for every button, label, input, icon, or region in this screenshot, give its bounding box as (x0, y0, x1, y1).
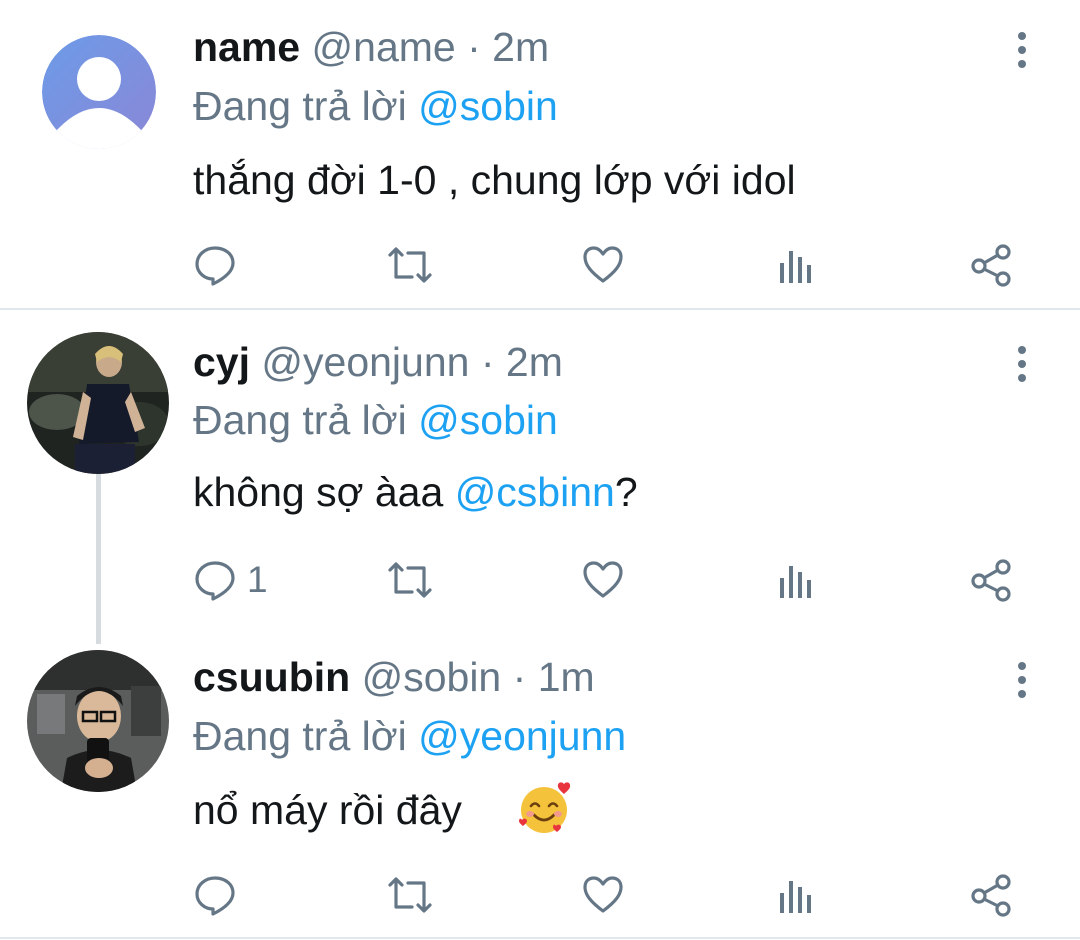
tweet-text-part: nổ máy rồi đây (193, 787, 462, 833)
like-icon (583, 561, 623, 598)
tweet[interactable]: name @name · 2m Đang trả lời @sobin thắn… (0, 0, 1080, 308)
more-options-icon[interactable] (1008, 344, 1036, 388)
reply-icon (195, 246, 235, 286)
smiling-face-with-hearts-icon (516, 780, 572, 836)
replying-to: Đang trả lời @sobin (193, 78, 558, 134)
action-bar (193, 240, 1023, 290)
like-button[interactable] (581, 555, 625, 605)
display-name[interactable]: cyj (193, 339, 250, 385)
display-name[interactable]: csuubin (193, 654, 350, 700)
timestamp[interactable]: 2m (492, 24, 549, 70)
tweet-text: thắng đời 1-0 , chung lớp với idol (193, 157, 796, 203)
timestamp[interactable]: 2m (506, 339, 563, 385)
analytics-button[interactable] (776, 555, 816, 605)
reply-to-mention[interactable]: @yeonjunn (418, 713, 626, 759)
tweet-text-part: ? (614, 469, 638, 515)
like-button[interactable] (581, 240, 625, 290)
retweet-button[interactable] (386, 870, 434, 920)
analytics-icon (780, 881, 811, 913)
tweet-header: csuubin @sobin · 1m (193, 647, 595, 707)
share-button[interactable] (970, 870, 1014, 920)
retweet-icon (388, 562, 432, 598)
separator: · (512, 654, 527, 700)
replying-to: Đang trả lời @sobin (193, 392, 558, 448)
action-bar: 1 (193, 555, 1023, 605)
share-button[interactable] (970, 240, 1014, 290)
tweet-text-part: không sợ àaa (193, 469, 455, 515)
like-icon (583, 876, 623, 913)
share-icon (971, 244, 1011, 287)
avatar[interactable] (27, 332, 169, 474)
action-bar (193, 870, 1023, 920)
analytics-icon (780, 251, 811, 283)
analytics-button[interactable] (776, 870, 816, 920)
more-options-icon[interactable] (1008, 660, 1036, 704)
tweet-text: không sợ àaa @csbinn? (193, 462, 638, 522)
reply-icon (195, 561, 235, 601)
tweet[interactable]: cyj @yeonjunn · 2m Đang trả lời @sobin k… (0, 310, 1080, 644)
analytics-button[interactable] (776, 240, 816, 290)
reply-to-mention[interactable]: @sobin (418, 397, 558, 443)
reply-button[interactable]: 1 (193, 555, 268, 605)
separator: · (480, 339, 495, 385)
timestamp[interactable]: 1m (538, 654, 595, 700)
reply-to-mention[interactable]: @sobin (418, 83, 558, 129)
retweet-button[interactable] (386, 555, 434, 605)
reply-icon (195, 876, 235, 916)
analytics-icon (780, 566, 811, 598)
thread-line (96, 474, 101, 644)
user-photo (27, 650, 169, 792)
tweet-header: cyj @yeonjunn · 2m (193, 332, 563, 392)
divider (0, 937, 1080, 939)
reply-button[interactable] (193, 240, 247, 290)
default-avatar-icon (42, 35, 156, 149)
retweet-icon (388, 877, 432, 913)
replying-to-label: Đang trả lời (193, 83, 407, 129)
separator: · (467, 24, 481, 70)
tweet-header: name @name · 2m (193, 17, 549, 77)
retweet-icon (388, 247, 432, 283)
user-photo (27, 332, 169, 474)
replying-to: Đang trả lời @yeonjunn (193, 708, 626, 764)
more-options-icon[interactable] (1008, 30, 1036, 74)
tweet[interactable]: csuubin @sobin · 1m Đang trả lời @yeonju… (0, 630, 1080, 938)
handle[interactable]: @sobin (362, 654, 502, 700)
handle[interactable]: @yeonjunn (261, 339, 469, 385)
reply-button[interactable] (193, 870, 247, 920)
replying-to-label: Đang trả lời (193, 713, 407, 759)
display-name[interactable]: name (193, 24, 300, 70)
tweet-text: nổ máy rồi đây (193, 780, 462, 840)
like-icon (583, 246, 623, 283)
share-button[interactable] (970, 555, 1014, 605)
retweet-button[interactable] (386, 240, 434, 290)
share-icon (971, 559, 1011, 602)
handle[interactable]: @name (312, 24, 456, 70)
share-icon (971, 874, 1011, 917)
avatar[interactable] (42, 35, 156, 149)
text-mention[interactable]: @csbinn (455, 469, 615, 515)
like-button[interactable] (581, 870, 625, 920)
avatar[interactable] (27, 650, 169, 792)
replying-to-label: Đang trả lời (193, 397, 407, 443)
reply-count: 1 (247, 559, 268, 600)
